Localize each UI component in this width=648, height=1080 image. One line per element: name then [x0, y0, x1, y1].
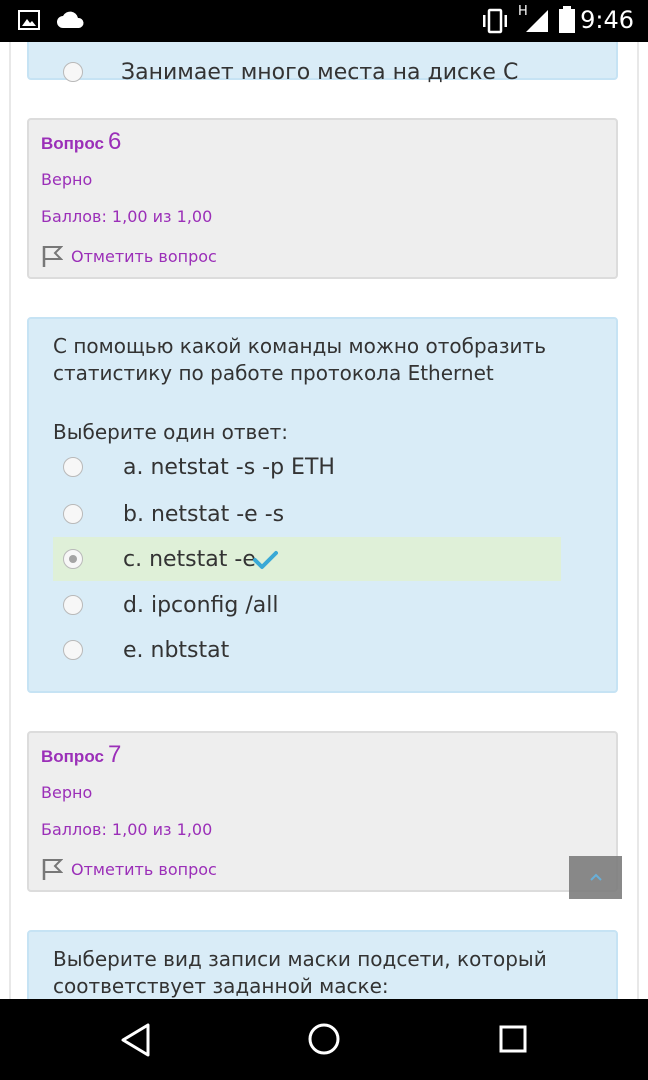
question-state: Верно: [41, 170, 93, 189]
answer-option-c[interactable]: c. netstat -e: [53, 537, 561, 581]
question-number: Вопрос 7: [41, 741, 121, 769]
radio-button-selected[interactable]: [63, 549, 83, 569]
flag-question-label: Отметить вопрос: [71, 246, 217, 266]
back-to-top-button[interactable]: [569, 856, 622, 899]
question-grade: Баллов: 1,00 из 1,00: [41, 820, 213, 839]
question-label: Вопрос: [41, 134, 104, 153]
option-label: Занимает много места на диске С: [121, 60, 519, 85]
radio-button[interactable]: [63, 640, 83, 660]
question-text-line: С помощью какой команды можно отобразить: [53, 334, 546, 358]
question-text: Выберите вид записи маски подсети, котор…: [53, 946, 547, 999]
option-label-row: c. netstat -e: [123, 547, 278, 572]
answer-option-a[interactable]: a. netstat -s -p ETH: [53, 445, 561, 489]
chevron-up-icon: [590, 873, 602, 881]
question-grade: Баллов: 1,00 из 1,00: [41, 207, 213, 226]
option-label: e. nbtstat: [123, 637, 230, 663]
quiz-review-page[interactable]: Занимает много места на диске С Вопрос 6 …: [0, 42, 648, 999]
battery-icon: [559, 6, 575, 33]
question-6-info: Вопрос 6 Верно Баллов: 1,00 из 1,00 Отмет…: [27, 118, 618, 279]
question-number-value: 6: [107, 128, 122, 155]
question-6-content: С помощью какой команды можно отобразить…: [27, 317, 618, 693]
question-7-info: Вопрос 7 Верно Баллов: 1,00 из 1,00 Отмет…: [27, 731, 618, 892]
question-text-line: соответствует заданной маске:: [53, 974, 389, 998]
vibrate-icon: [483, 8, 507, 34]
left-rail: [9, 42, 11, 999]
home-icon[interactable]: [306, 1021, 342, 1057]
status-bar: H 9:46: [0, 0, 648, 42]
question-7-content: Выберите вид записи маски подсети, котор…: [27, 930, 618, 999]
answer-option-e[interactable]: e. nbtstat: [53, 628, 561, 672]
answer-option-b[interactable]: b. netstat -e -s: [53, 492, 561, 536]
option-label: b. netstat -e -s: [123, 501, 285, 527]
radio-button[interactable]: [63, 504, 83, 524]
back-icon[interactable]: [118, 1021, 154, 1059]
image-icon: [18, 10, 40, 30]
signal-icon: [526, 10, 548, 32]
radio-button[interactable]: [63, 595, 83, 615]
flag-icon: [42, 246, 63, 267]
question-state: Верно: [41, 783, 93, 802]
question-label: Вопрос: [41, 747, 104, 766]
option-label: d. ipconfig /all: [123, 592, 279, 618]
question-number-value: 7: [107, 741, 122, 768]
flag-question-link[interactable]: Отметить вопрос: [41, 857, 217, 881]
answer-option-d[interactable]: d. ipconfig /all: [53, 583, 561, 627]
question-text-line: статистику по работе протокола Ethernet: [53, 361, 494, 385]
recents-icon[interactable]: [497, 1023, 529, 1055]
option-label: a. netstat -s -p ETH: [123, 454, 335, 480]
option-label: c. netstat -e: [123, 546, 256, 572]
previous-question-card: Занимает много места на диске С: [27, 42, 618, 85]
answer-prompt: Выберите один ответ:: [53, 420, 289, 444]
radio-button[interactable]: [63, 62, 83, 82]
radio-button[interactable]: [63, 457, 83, 477]
right-rail: [637, 42, 639, 999]
question-number: Вопрос 6: [41, 128, 121, 156]
flag-question-label: Отметить вопрос: [71, 859, 217, 879]
flag-icon: [42, 859, 63, 880]
check-icon: [252, 550, 278, 569]
question-text-line: Выберите вид записи маски подсети, котор…: [53, 947, 547, 971]
cloud-icon: [57, 11, 84, 28]
flag-question-link[interactable]: Отметить вопрос: [41, 244, 217, 268]
question-text: С помощью какой команды можно отобразить…: [53, 333, 546, 387]
navigation-bar: [0, 999, 648, 1080]
clock: 9:46: [580, 6, 634, 34]
